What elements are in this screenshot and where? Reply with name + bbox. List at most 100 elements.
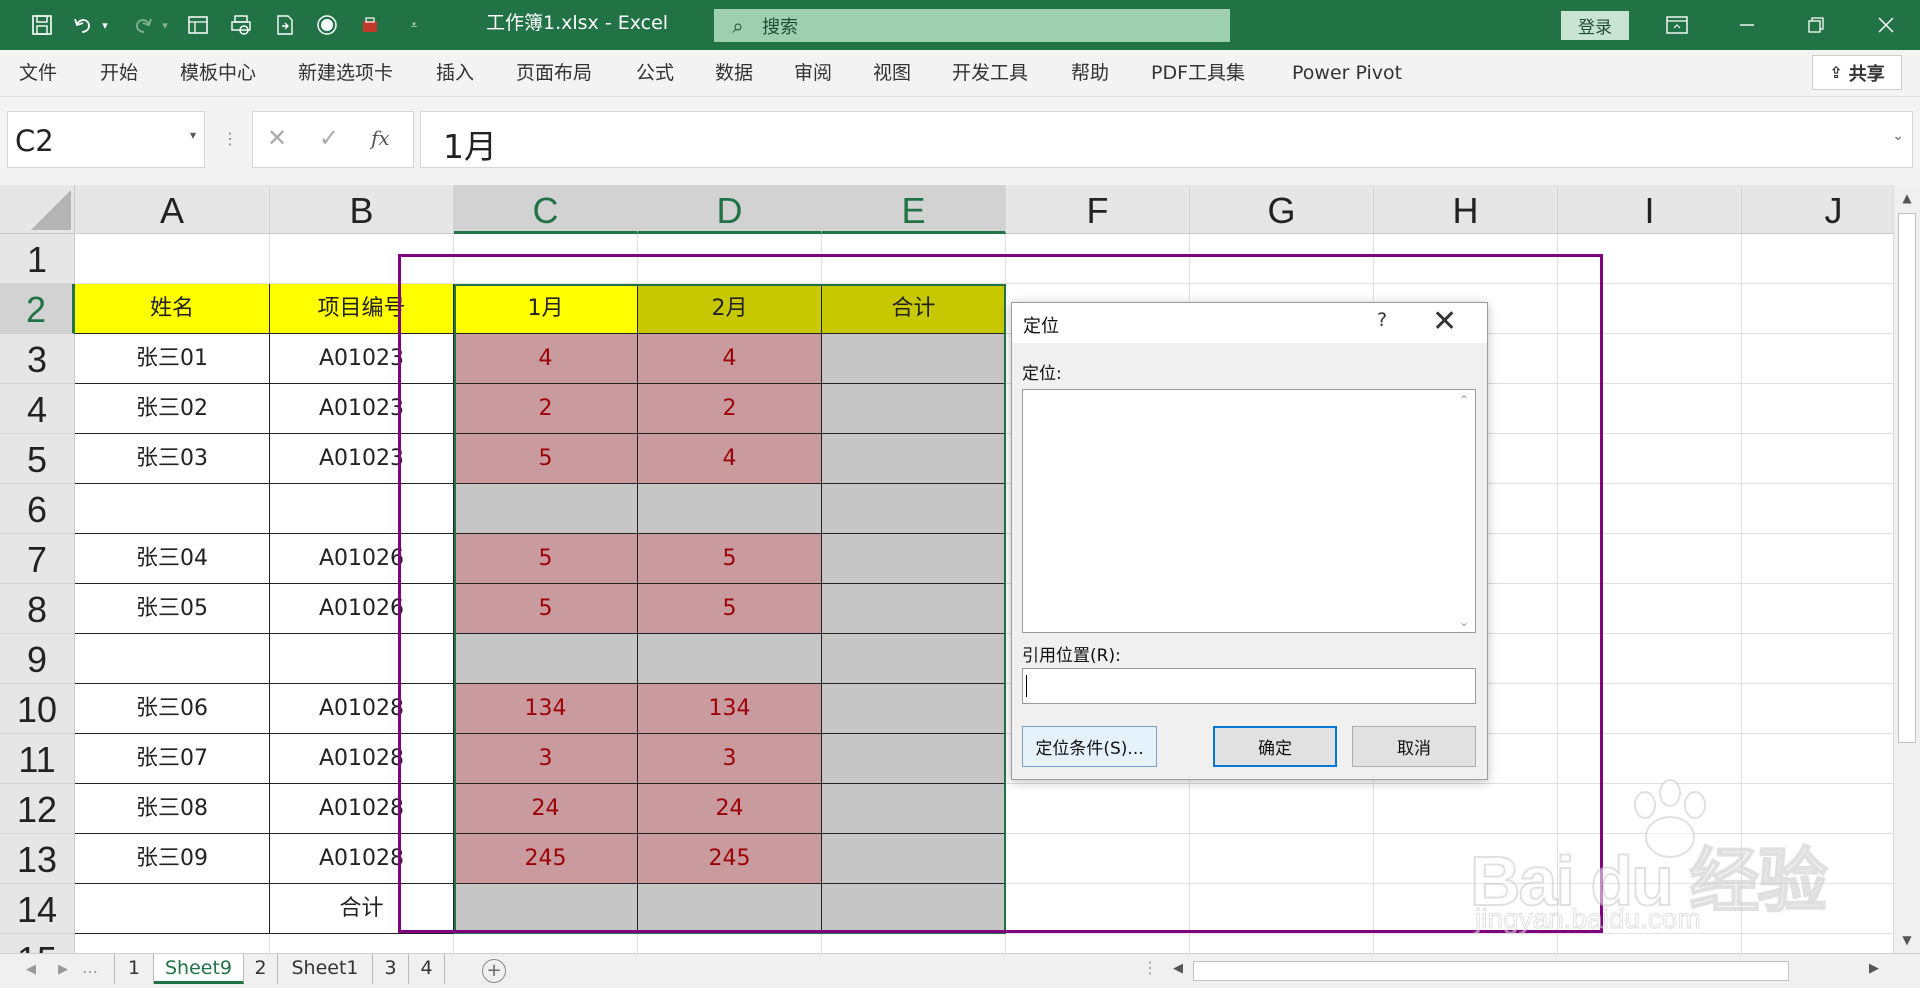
cell-d11[interactable]: 3 [638, 734, 822, 784]
cell-g14[interactable] [1190, 884, 1374, 934]
cell-i2[interactable] [1558, 284, 1742, 334]
cell-c10[interactable]: 134 [454, 684, 638, 734]
tab-new-tab[interactable]: 新建选项卡 [298, 50, 393, 97]
formula-input[interactable]: 1月 ⌄ [420, 111, 1913, 168]
tab-review[interactable]: 审阅 [794, 50, 832, 97]
sheet-tab-2[interactable]: 2 [244, 954, 278, 984]
row-header-7[interactable]: 7 [0, 534, 75, 584]
vertical-scroll-thumb[interactable] [1898, 213, 1916, 743]
cell-d2[interactable]: 2月 [638, 284, 822, 334]
row-header-12[interactable]: 12 [0, 784, 75, 834]
row-header-6[interactable]: 6 [0, 484, 75, 534]
cell-f15[interactable] [1006, 934, 1190, 953]
add-sheet-icon[interactable]: + [482, 959, 506, 983]
cell-h14[interactable] [1374, 884, 1558, 934]
prev-sheet-icon[interactable]: ◀ [26, 962, 36, 977]
tab-developer[interactable]: 开发工具 [952, 50, 1028, 97]
row-header-5[interactable]: 5 [0, 434, 75, 484]
cell-h13[interactable] [1374, 834, 1558, 884]
tab-formulas[interactable]: 公式 [636, 50, 674, 97]
cell-i10[interactable] [1558, 684, 1742, 734]
cell-a9[interactable] [75, 634, 270, 684]
cell-a3[interactable]: 张三01 [75, 334, 270, 384]
chevron-down-icon[interactable]: ▾ [190, 128, 196, 142]
cell-a1[interactable] [75, 234, 270, 284]
cell-c12[interactable]: 24 [454, 784, 638, 834]
row-header-15[interactable]: 15 [0, 934, 75, 953]
cell-b7[interactable]: A01026 [270, 534, 454, 584]
list-scroll-down-icon[interactable]: ⌄ [1453, 615, 1475, 629]
cell-h1[interactable] [1374, 234, 1558, 284]
cell-g13[interactable] [1190, 834, 1374, 884]
scroll-right-icon[interactable]: ▶ [1869, 961, 1879, 976]
tab-page-layout[interactable]: 页面布局 [516, 50, 592, 97]
row-header-3[interactable]: 3 [0, 334, 75, 384]
cell-i6[interactable] [1558, 484, 1742, 534]
tab-data[interactable]: 数据 [715, 50, 753, 97]
tab-pdf-tools[interactable]: PDF工具集 [1151, 50, 1245, 97]
cell-e4[interactable] [822, 384, 1006, 434]
search-box[interactable]: ⌕ 搜索 [714, 9, 1230, 42]
cell-i9[interactable] [1558, 634, 1742, 684]
cell-c11[interactable]: 3 [454, 734, 638, 784]
help-icon[interactable]: ? [1377, 309, 1387, 331]
cell-e2[interactable]: 合计 [822, 284, 1006, 334]
ok-button[interactable]: 确定 [1213, 726, 1337, 767]
row-header-9[interactable]: 9 [0, 634, 75, 684]
tab-help[interactable]: 帮助 [1071, 50, 1109, 97]
row-header-1[interactable]: 1 [0, 234, 75, 284]
worksheet-grid[interactable]: ABCDEFGHIJ 123456789101112131415 姓名项目编号1… [0, 185, 1920, 953]
cell-c4[interactable]: 2 [454, 384, 638, 434]
cell-e6[interactable] [822, 484, 1006, 534]
cell-b2[interactable]: 项目编号 [270, 284, 454, 334]
cell-d5[interactable]: 4 [638, 434, 822, 484]
cell-a10[interactable]: 张三06 [75, 684, 270, 734]
cell-a8[interactable]: 张三05 [75, 584, 270, 634]
cell-e9[interactable] [822, 634, 1006, 684]
cell-c8[interactable]: 5 [454, 584, 638, 634]
minimize-icon[interactable] [1716, 0, 1778, 50]
sheet-tab-sheet1[interactable]: Sheet1 [278, 954, 373, 984]
cell-i3[interactable] [1558, 334, 1742, 384]
cell-a12[interactable]: 张三08 [75, 784, 270, 834]
tab-template-center[interactable]: 模板中心 [180, 50, 256, 97]
column-header-h[interactable]: H [1374, 185, 1558, 234]
cell-i11[interactable] [1558, 734, 1742, 784]
goto-list-scrollbar[interactable]: ⌃ ⌄ [1453, 390, 1475, 632]
redo-icon[interactable] [128, 9, 158, 41]
record-icon[interactable] [312, 9, 342, 41]
tab-splitter-icon[interactable]: ⋮ [1142, 958, 1158, 977]
cell-i1[interactable] [1558, 234, 1742, 284]
cell-b3[interactable]: A01023 [270, 334, 454, 384]
cell-i14[interactable] [1558, 884, 1742, 934]
cell-b5[interactable]: A01023 [270, 434, 454, 484]
document-export-icon[interactable] [270, 9, 300, 41]
cell-f12[interactable] [1006, 784, 1190, 834]
tab-view[interactable]: 视图 [873, 50, 911, 97]
cell-c3[interactable]: 4 [454, 334, 638, 384]
sheet-tab-sheet9[interactable]: Sheet9 [154, 954, 244, 984]
share-button[interactable]: ⇪ 共享 [1812, 55, 1902, 90]
cell-b8[interactable]: A01026 [270, 584, 454, 634]
row-header-11[interactable]: 11 [0, 734, 75, 784]
row-header-13[interactable]: 13 [0, 834, 75, 884]
cell-e13[interactable] [822, 834, 1006, 884]
cell-e5[interactable] [822, 434, 1006, 484]
cell-c7[interactable]: 5 [454, 534, 638, 584]
row-header-14[interactable]: 14 [0, 884, 75, 934]
redo-dropdown-icon[interactable]: ▾ [158, 9, 172, 41]
cell-b1[interactable] [270, 234, 454, 284]
dialog-title-bar[interactable]: 定位 ? ✕ [1012, 303, 1487, 343]
horizontal-scroll-thumb[interactable] [1193, 961, 1789, 981]
tab-insert[interactable]: 插入 [436, 50, 474, 97]
cell-a5[interactable]: 张三03 [75, 434, 270, 484]
cell-h12[interactable] [1374, 784, 1558, 834]
cell-a14[interactable] [75, 884, 270, 934]
ribbon-display-options-icon[interactable] [1646, 0, 1708, 50]
stop-macro-icon[interactable] [355, 9, 385, 41]
sheet-tab-3[interactable]: 3 [373, 954, 409, 984]
column-header-a[interactable]: A [75, 185, 270, 234]
row-header-2[interactable]: 2 [0, 284, 75, 334]
list-scroll-up-icon[interactable]: ⌃ [1453, 393, 1475, 407]
horizontal-scrollbar[interactable]: ◀ ▶ [1167, 957, 1893, 985]
